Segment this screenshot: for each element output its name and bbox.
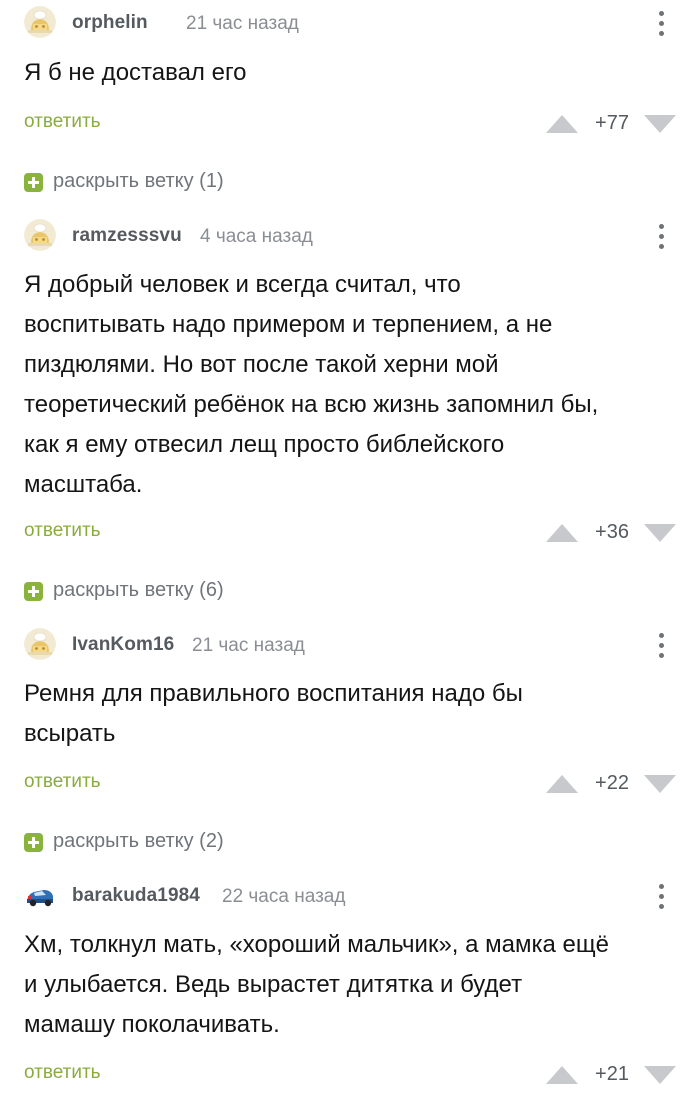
- plus-icon: [24, 582, 43, 601]
- downvote-icon[interactable]: [644, 524, 676, 542]
- username[interactable]: barakuda1984: [72, 885, 200, 907]
- timestamp: 21 час назад: [186, 13, 299, 34]
- comment-header: orphelin 21 час назад: [24, 3, 676, 43]
- vote-controls: +21: [546, 1060, 676, 1090]
- comment-header: barakuda1984 22 часа назад: [24, 876, 676, 916]
- user-avatar-default-icon[interactable]: [24, 628, 56, 660]
- username[interactable]: orphelin: [72, 12, 148, 34]
- timestamp: 22 часа назад: [222, 886, 346, 907]
- vote-controls: +36: [546, 518, 676, 548]
- expand-thread-label: раскрыть ветку (1): [53, 170, 224, 192]
- vote-controls: +22: [546, 769, 676, 799]
- plus-icon: [24, 833, 43, 852]
- upvote-icon[interactable]: [546, 115, 578, 133]
- user-avatar-default-icon[interactable]: [24, 219, 56, 251]
- reply-link[interactable]: ответить: [24, 771, 101, 793]
- more-options-icon[interactable]: [654, 631, 668, 661]
- downvote-icon[interactable]: [644, 775, 676, 793]
- comment-header: IvanKom16 21 час назад: [24, 625, 676, 665]
- reply-link[interactable]: ответить: [24, 111, 101, 133]
- timestamp: 21 час назад: [192, 635, 305, 656]
- comment-text: Ремня для правильного воспитания надо бы…: [24, 680, 523, 747]
- upvote-icon[interactable]: [546, 775, 578, 793]
- downvote-icon[interactable]: [644, 115, 676, 133]
- user-avatar-car-icon[interactable]: [24, 879, 56, 911]
- comment-header: ramzesssvu 4 часа назад: [24, 216, 676, 256]
- timestamp: 4 часа назад: [200, 226, 313, 247]
- comment-text: Хм, толкнул мать, «хороший мальчик», а м…: [24, 931, 609, 1038]
- vote-controls: +77: [546, 109, 676, 139]
- expand-thread-label: раскрыть ветку (2): [53, 830, 224, 852]
- username[interactable]: ramzesssvu: [72, 225, 182, 247]
- comment-text: Я б не доставал его: [24, 59, 247, 86]
- more-options-icon[interactable]: [654, 882, 668, 912]
- upvote-icon[interactable]: [546, 524, 578, 542]
- reply-link[interactable]: ответить: [24, 1062, 101, 1084]
- upvote-icon[interactable]: [546, 1066, 578, 1084]
- more-options-icon[interactable]: [654, 9, 668, 39]
- user-avatar-default-icon[interactable]: [24, 6, 56, 38]
- more-options-icon[interactable]: [654, 222, 668, 252]
- username[interactable]: IvanKom16: [72, 634, 174, 656]
- downvote-icon[interactable]: [644, 1066, 676, 1084]
- score: +36: [595, 521, 629, 543]
- score: +77: [595, 112, 629, 134]
- plus-icon: [24, 173, 43, 192]
- comment-text: Я добрый человек и всегда считал, что во…: [24, 271, 599, 498]
- reply-link[interactable]: ответить: [24, 520, 101, 542]
- expand-thread-label: раскрыть ветку (6): [53, 579, 224, 601]
- score: +22: [595, 772, 629, 794]
- score: +21: [595, 1063, 629, 1085]
